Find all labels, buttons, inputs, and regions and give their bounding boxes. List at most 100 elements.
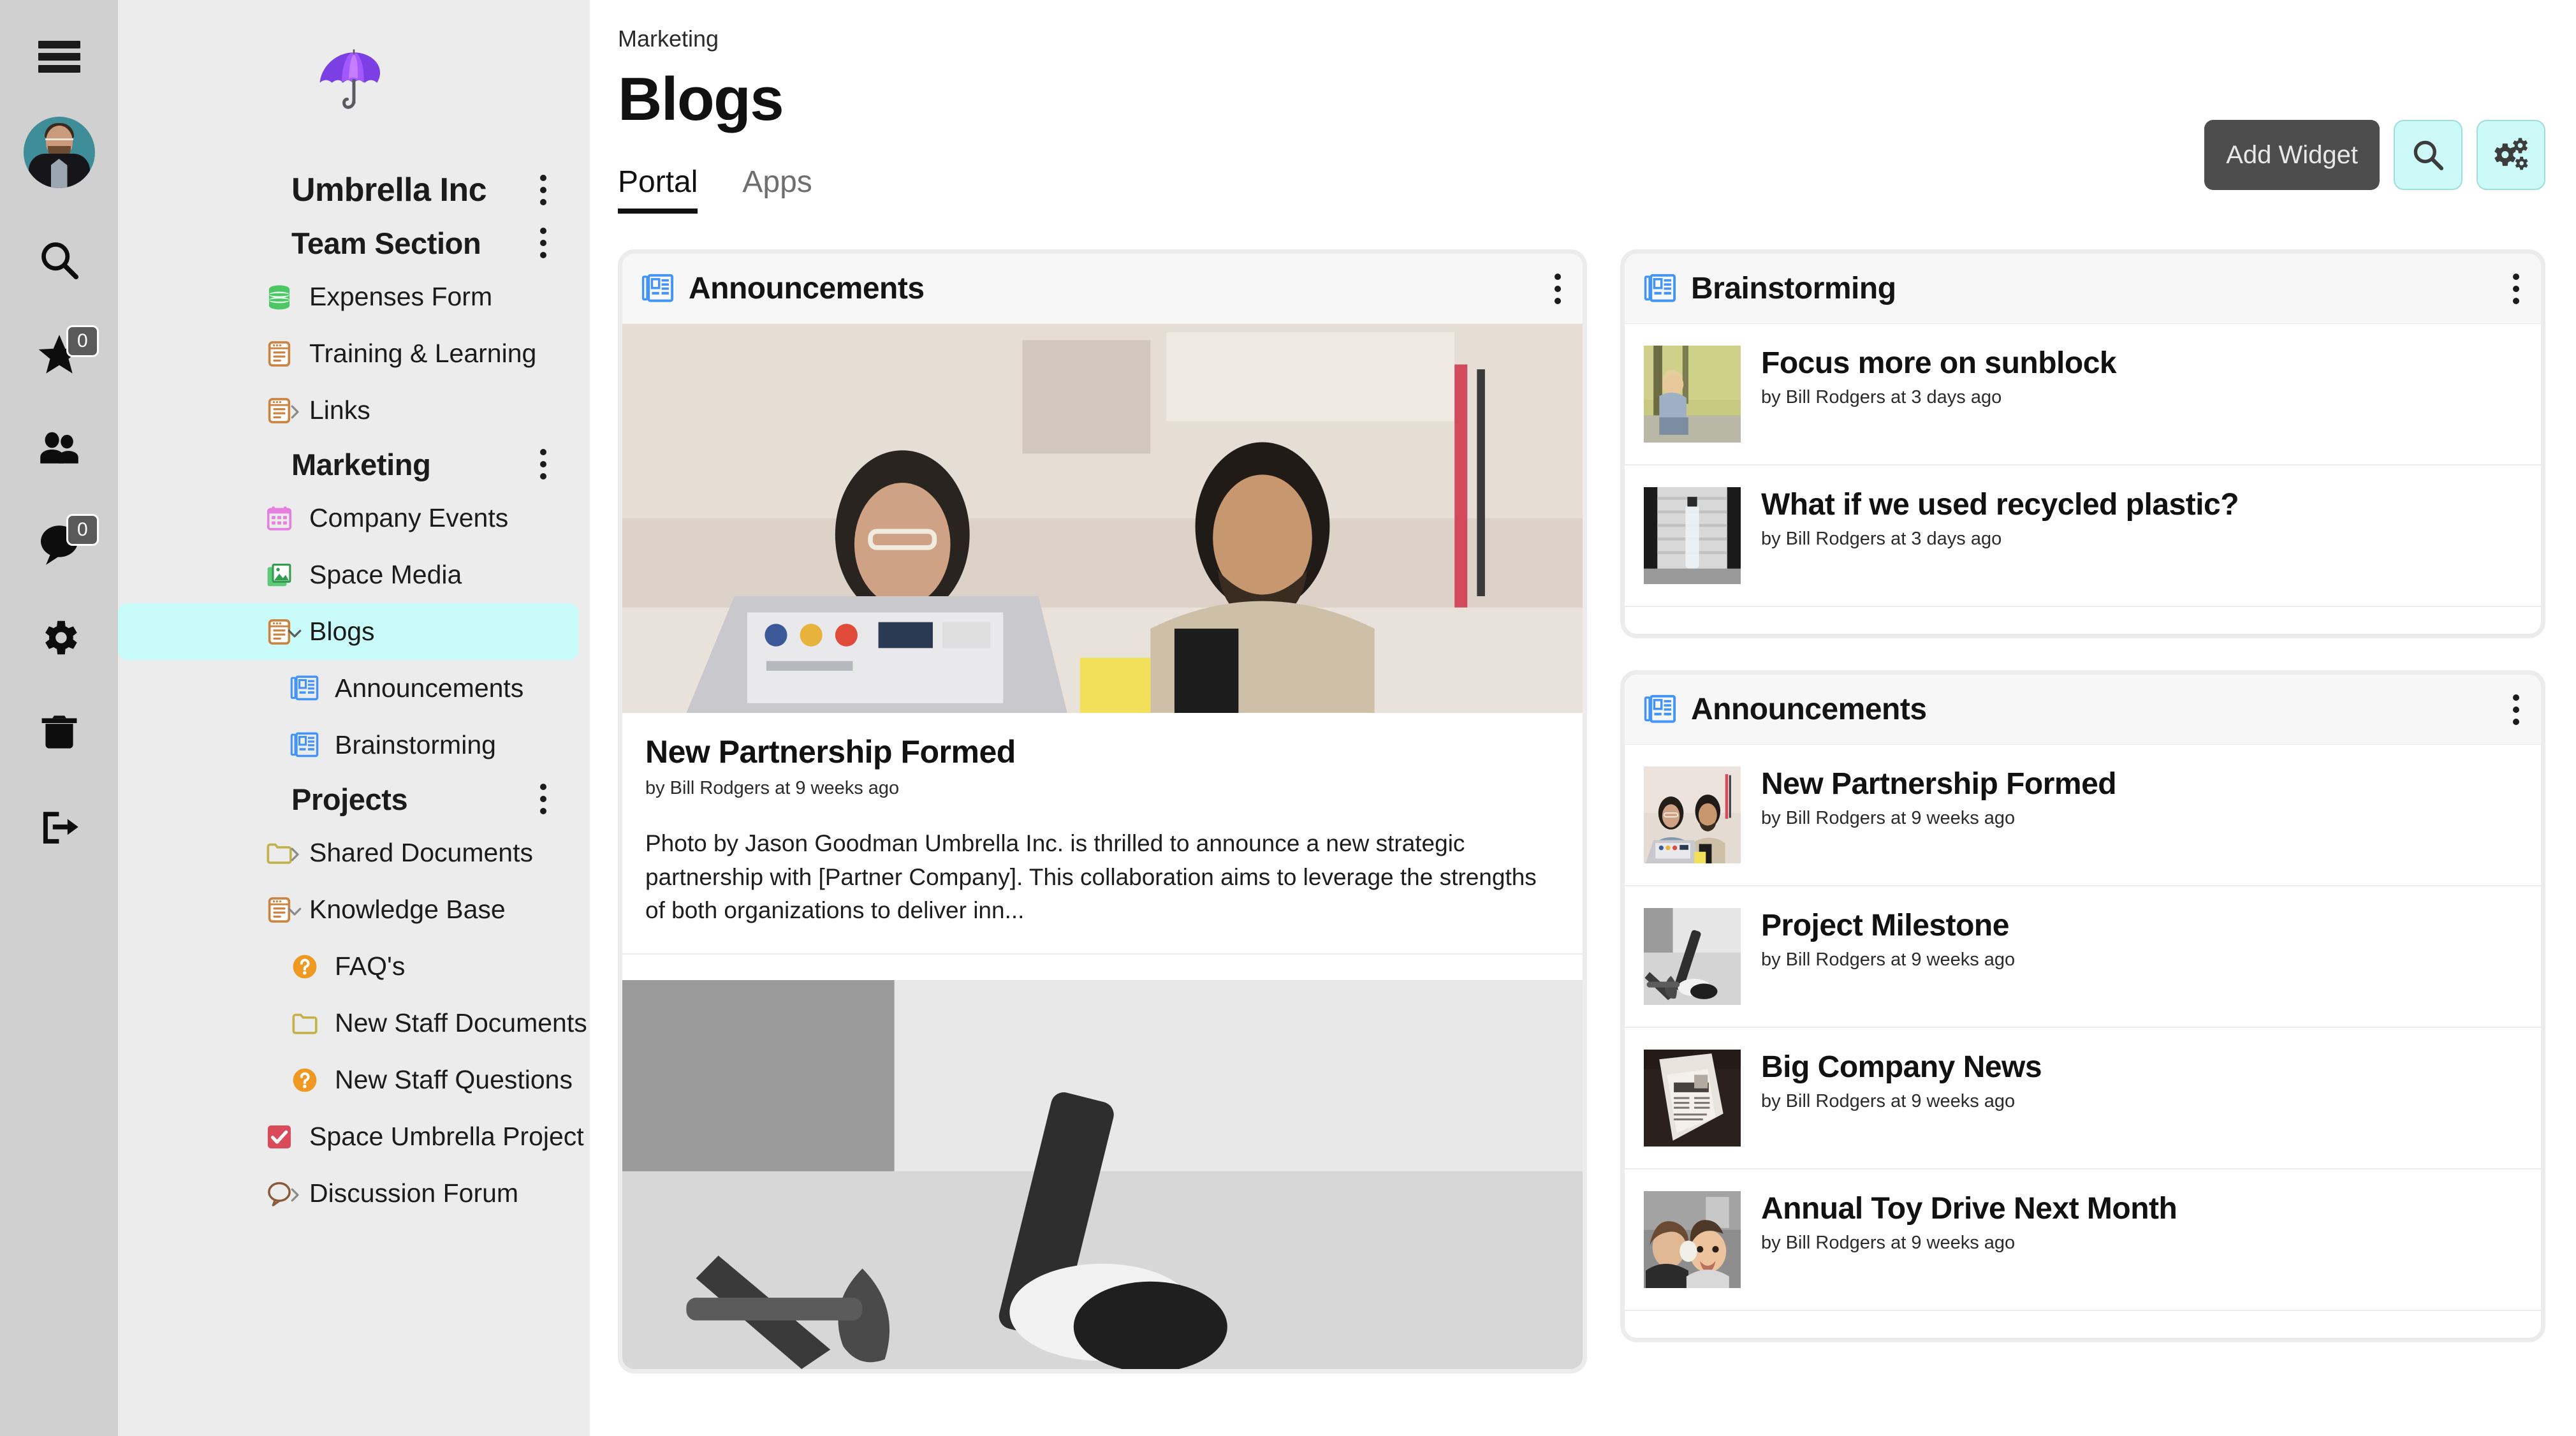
rail-favorites-button[interactable]: 0 [0,307,118,402]
sidebar-item-label: Brainstorming [335,730,496,759]
sidebar-item-space-media[interactable]: Space Media [118,546,578,603]
rail-settings-button[interactable] [0,590,118,685]
chevron-right-icon[interactable] [285,1185,302,1202]
feed-entry[interactable] [622,979,1583,1369]
sidebar-item-training-learning[interactable]: Training & Learning [118,325,578,382]
sidebar-item-links[interactable]: Links [118,382,578,439]
gear-icon [45,620,77,655]
feed-entry[interactable]: New Partnership Formed by Bill Rodgers a… [622,324,1583,955]
children-photo [1644,1191,1741,1288]
sidebar-item-shared-documents[interactable]: Shared Documents [118,824,578,881]
list-item-meta: by Bill Rodgers at 9 weeks ago [1761,1091,2016,1111]
sidebar-item-company-events[interactable]: Company Events [118,490,578,546]
list-item-meta: by Bill Rodgers at 9 weeks ago [1761,949,2016,970]
org-menu-button[interactable] [535,171,552,209]
sidebar-item-space-umbrella-project[interactable]: Space Umbrella Project [118,1108,584,1165]
list-item-meta: by Bill Rodgers at 3 days ago [1761,529,2002,549]
list-item[interactable]: Annual Toy Drive Next Month by Bill Rodge… [1625,1169,2541,1311]
search-button[interactable] [2394,120,2463,190]
top-actions: Add Widget [2204,120,2545,190]
nav-section-menu-button[interactable] [535,780,552,818]
sidebar-item-discussion-forum[interactable]: Discussion Forum [118,1165,578,1222]
media-icon [265,560,294,590]
sidebar-item-label: Company Events [309,503,509,532]
nav-section-title: Team Section [291,226,481,260]
add-widget-button[interactable]: Add Widget [2204,120,2380,190]
sidebar-item-blogs[interactable]: Blogs [118,603,578,660]
hamburger-menu-button[interactable] [0,22,118,92]
nav-section-menu-button[interactable] [535,445,552,483]
side-widget-list: Brainstorming Focus more on sunblock by Bi… [1620,249,2545,1342]
article-icon [265,339,294,369]
widget-bottom-pad [1625,607,2541,634]
boy-in-sunlight-photo [1644,346,1741,443]
search-icon [2413,140,2444,171]
nav-section-menu-button[interactable] [535,224,552,262]
logout-icon [43,812,78,844]
rail-logout-button[interactable] [0,779,118,874]
nav-section-title: Projects [291,782,408,816]
question-icon [290,952,319,981]
sidebar-item-expenses-form[interactable]: Expenses Form [118,268,578,325]
chevron-right-icon[interactable] [285,402,302,419]
list-item-title[interactable]: Annual Toy Drive Next Month [1761,1191,2177,1226]
list-item-title[interactable]: What if we used recycled plastic? [1761,487,2239,522]
sidebar-item-new-staff-questions[interactable]: New Staff Questions [118,1051,578,1108]
newspaper-icon [290,731,319,760]
favorites-badge: 0 [66,325,99,357]
main-announcements-widget: Announcements New Partnership Formed by … [618,249,1587,1374]
list-item[interactable]: Big Company News by Bill Rodgers at 9 wee… [1625,1028,2541,1169]
list-item-title[interactable]: New Partnership Formed [1761,766,2117,802]
list-item-title[interactable]: Big Company News [1761,1050,2042,1085]
widget-header: Announcements [622,254,1583,324]
nav-section-header: Team Section [118,217,590,268]
list-item[interactable]: What if we used recycled plastic? by Bill… [1625,465,2541,607]
widget-menu-button[interactable] [1549,270,1566,308]
list-item[interactable]: Focus more on sunblock by Bill Rodgers at… [1625,324,2541,465]
newspapers-photo [1644,1050,1741,1147]
widget-menu-button[interactable] [2508,270,2524,308]
list-item[interactable]: Project Milestone by Bill Rodgers at 9 we… [1625,886,2541,1028]
widget-columns: Announcements New Partnership Formed by … [618,249,2545,1436]
app-root: 0 0 Umbrella Inc Team Section Expenses F… [0,0,2576,1436]
widget-title: Announcements [689,272,925,305]
navigation-panel: Umbrella Inc Team Section Expenses Form Tr… [118,0,590,1436]
tab-apps[interactable]: Apps [742,165,812,214]
content-area: Marketing Blogs Portal Apps Add Widget A… [590,0,2576,1436]
list-item[interactable]: New Partnership Formed by Bill Rodgers at… [1625,745,2541,886]
list-item-title[interactable]: Project Milestone [1761,908,2015,943]
rail-trash-button[interactable] [0,685,118,779]
side-widget-brainstorming: Brainstorming Focus more on sunblock by Bi… [1620,249,2545,638]
sidebar-item-label: Training & Learning [309,339,537,368]
sidebar-item-brainstorming[interactable]: Brainstorming [118,717,578,773]
rail-search-button[interactable] [0,213,118,307]
chevron-right-icon[interactable] [285,845,302,861]
settings-button[interactable] [2477,120,2545,190]
avatar [23,117,95,188]
sidebar-item-label: New Staff Documents [335,1008,587,1037]
widget-header: Brainstorming [1625,254,2541,324]
chevron-down-icon[interactable] [285,624,302,640]
widget-menu-button[interactable] [2508,691,2524,729]
sidebar-item-announcements[interactable]: Announcements [118,660,578,717]
side-column: Brainstorming Focus more on sunblock by Bi… [1620,249,2545,1436]
sidebar-item-new-staff-documents[interactable]: New Staff Documents [118,995,587,1051]
rail-people-button[interactable] [0,402,118,496]
list-item-title[interactable]: Focus more on sunblock [1761,346,2117,381]
feed-spacer [622,955,1583,980]
user-avatar-button[interactable] [0,92,118,213]
rail-chat-button[interactable]: 0 [0,496,118,590]
sidebar-item-faq-s[interactable]: FAQ's [118,938,578,995]
sidebar-item-knowledge-base[interactable]: Knowledge Base [118,881,578,938]
org-header: Umbrella Inc [118,163,590,217]
search-icon [41,242,78,280]
list-item-meta: by Bill Rodgers at 9 weeks ago [1761,808,2016,828]
chat-badge: 0 [66,514,99,546]
checkbox-icon [265,1122,294,1152]
feed-entry-title[interactable]: New Partnership Formed [645,733,1560,770]
tab-portal[interactable]: Portal [618,165,698,214]
breadcrumb[interactable]: Marketing [618,26,2545,52]
calendar-icon [265,504,294,533]
office-meeting-photo [622,324,1583,713]
chevron-down-icon[interactable] [285,902,302,918]
